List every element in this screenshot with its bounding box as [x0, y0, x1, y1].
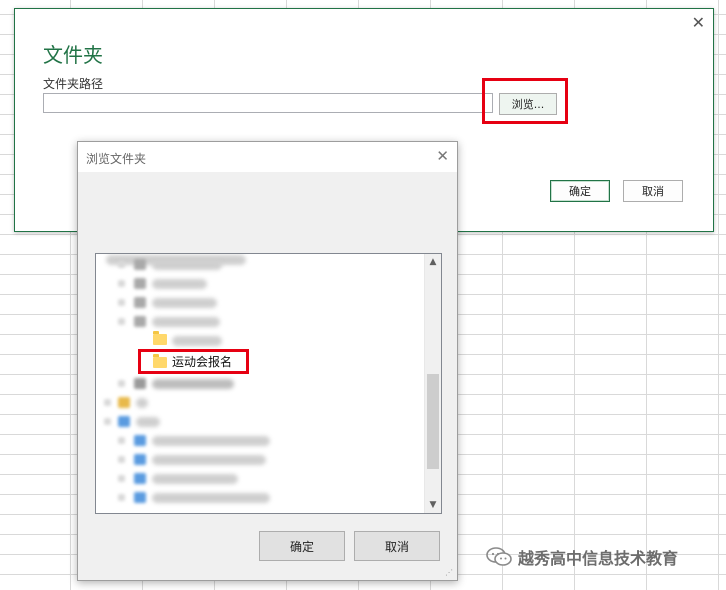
- watermark-text: 越秀高中信息技术教育: [518, 549, 679, 568]
- tree-item[interactable]: [96, 312, 424, 331]
- scroll-up-icon[interactable]: ▲: [425, 254, 441, 270]
- blurred-text: [136, 417, 160, 427]
- tree-item[interactable]: [96, 488, 424, 507]
- blurred-text: [136, 398, 148, 408]
- dialog-title: 文件夹: [43, 43, 103, 67]
- network-icon: [118, 416, 130, 427]
- cancel-button[interactable]: 取消: [623, 180, 683, 202]
- computer-icon: [134, 454, 146, 465]
- chevron-right-icon: [118, 280, 125, 287]
- blurred-text: [172, 336, 222, 346]
- chevron-right-icon: [104, 399, 111, 406]
- tree-item[interactable]: [96, 431, 424, 450]
- cancel-button[interactable]: 取消: [354, 531, 440, 561]
- blurred-text: [152, 379, 234, 389]
- tree-item[interactable]: [96, 274, 424, 293]
- chevron-right-icon: [118, 380, 125, 387]
- blurred-text: [152, 260, 222, 270]
- browse-folder-dialog: 浏览文件夹 ✕ 运动会报名 ▲ ▼ 确定 取消 ⋰: [77, 141, 458, 581]
- resize-grip-icon[interactable]: ⋰: [445, 568, 455, 578]
- computer-icon: [134, 473, 146, 484]
- chevron-right-icon: [118, 456, 125, 463]
- watermark: 越秀高中信息技术教育: [486, 545, 678, 569]
- browse-dialog-title: 浏览文件夹: [86, 152, 147, 166]
- blurred-text: [152, 298, 217, 308]
- scroll-down-icon[interactable]: ▼: [425, 497, 441, 513]
- blurred-text: [152, 455, 266, 465]
- chevron-down-icon: [118, 318, 125, 325]
- folder-icon: [153, 354, 167, 368]
- close-icon[interactable]: ✕: [436, 147, 449, 165]
- tree-item[interactable]: [96, 293, 424, 312]
- tree-item[interactable]: [96, 450, 424, 469]
- tree-item[interactable]: [96, 393, 424, 412]
- ok-button[interactable]: 确定: [259, 531, 345, 561]
- tree-item[interactable]: [96, 255, 424, 274]
- close-icon[interactable]: ✕: [692, 15, 705, 31]
- tree-item-selected-folder[interactable]: 运动会报名: [96, 353, 424, 372]
- drive-icon: [134, 378, 146, 389]
- chevron-right-icon: [118, 437, 125, 444]
- drive-icon: [134, 278, 146, 289]
- ok-button[interactable]: 确定: [550, 180, 610, 202]
- browse-dialog-header: 浏览文件夹 ✕: [78, 142, 457, 172]
- blurred-text: [152, 474, 238, 484]
- folder-icon: [153, 331, 167, 345]
- folder-path-label: 文件夹路径: [43, 77, 104, 91]
- blurred-text: [152, 279, 207, 289]
- selected-folder-label: 运动会报名: [172, 355, 233, 369]
- blurred-text: [152, 317, 220, 327]
- blurred-text: [152, 436, 270, 446]
- tree-item[interactable]: [96, 374, 424, 393]
- tree-item[interactable]: [96, 412, 424, 431]
- chevron-right-icon: [118, 261, 125, 268]
- browse-button[interactable]: 浏览...: [499, 93, 557, 115]
- tree-scrollbar[interactable]: ▲ ▼: [424, 254, 441, 513]
- drive-icon: [134, 259, 146, 270]
- drive-icon: [134, 316, 146, 327]
- chevron-down-icon: [104, 418, 111, 425]
- scroll-thumb[interactable]: [427, 374, 439, 469]
- folder-path-input[interactable]: [43, 93, 493, 113]
- folder-tree[interactable]: 运动会报名 ▲ ▼: [95, 253, 442, 514]
- chevron-right-icon: [118, 299, 125, 306]
- drive-icon: [134, 297, 146, 308]
- computer-icon: [134, 492, 146, 503]
- chevron-right-icon: [118, 475, 125, 482]
- wechat-icon: [486, 547, 512, 566]
- chevron-right-icon: [118, 494, 125, 501]
- library-icon: [118, 397, 130, 408]
- computer-icon: [134, 435, 146, 446]
- blurred-text: [152, 493, 270, 503]
- tree-item[interactable]: [96, 331, 424, 350]
- tree-item[interactable]: [96, 469, 424, 488]
